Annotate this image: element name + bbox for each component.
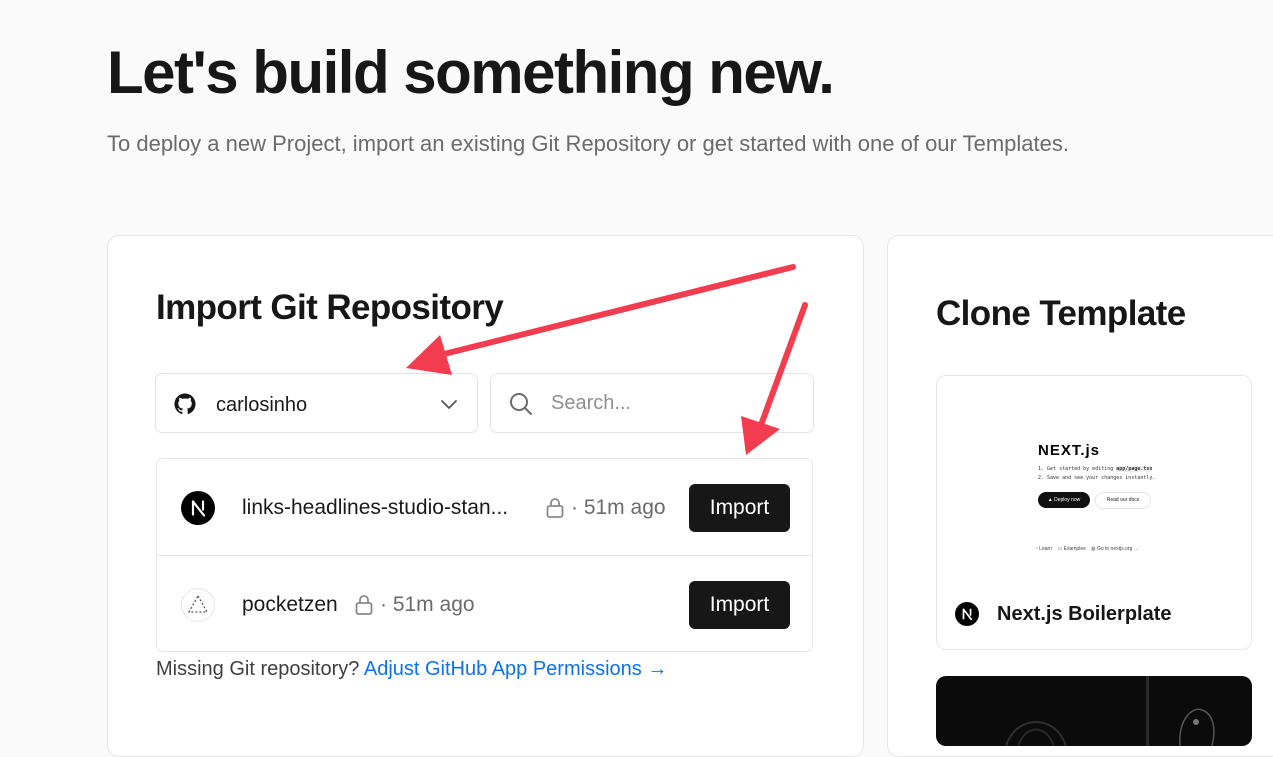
preview-footer-examples: ▭ Examples (1057, 546, 1086, 552)
git-account-dropdown[interactable]: carlosinho (155, 373, 478, 433)
preview-step-1: 1. Get started by editing app/page.tsx (1038, 466, 1153, 472)
preview-deploy-label: Deploy now (1054, 497, 1081, 503)
preview-deploy-button: ▲ Deploy now (1038, 492, 1090, 508)
triangle-icon (181, 588, 215, 622)
preview-artwork-icon (1179, 708, 1215, 746)
repository-updated-time: 51m ago (392, 593, 475, 616)
repository-row: pocketzen · 51m ago Import (157, 556, 812, 652)
import-button[interactable]: Import (689, 484, 790, 532)
github-icon (174, 393, 196, 415)
git-account-name: carlosinho (216, 394, 308, 416)
template-card-nextjs[interactable]: NEXT.js 1. Get started by editing app/pa… (936, 375, 1252, 650)
preview-footer: ▫ Learn ▭ Examples ◍ Go to nextjs.org → (1036, 546, 1139, 552)
chevron-down-icon (441, 400, 457, 409)
import-section-title: Import Git Repository (156, 288, 504, 327)
nextjs-icon (955, 602, 979, 626)
repository-meta: · 51m ago (380, 593, 475, 616)
preview-docs-button: Read our docs (1095, 492, 1151, 509)
repository-list: links-headlines-studio-stan... · 51m ago… (156, 458, 813, 652)
preview-step-1-prefix: 1. Get started by editing (1038, 466, 1114, 472)
template-card-second[interactable] (936, 676, 1252, 746)
nextjs-icon (181, 491, 215, 525)
preview-artwork-icon (1005, 721, 1067, 746)
repository-updated-time: 51m ago (583, 496, 666, 519)
page-subtitle: To deploy a new Project, import an exist… (107, 131, 1069, 156)
search-input[interactable] (551, 388, 791, 418)
lock-icon (355, 595, 373, 615)
nextjs-logo: NEXT.js (1038, 442, 1101, 459)
template-preview: NEXT.js 1. Get started by editing app/pa… (937, 376, 1251, 576)
page-title: Let's build something new. (107, 39, 835, 106)
preview-step-2: 2. Save and see your changes instantly. (1038, 475, 1156, 481)
missing-repository-text: Missing Git repository? (156, 658, 360, 680)
preview-step-1-code: app/page.tsx (1116, 466, 1153, 472)
adjust-permissions-link[interactable]: Adjust GitHub App Permissions → (364, 658, 667, 680)
repository-name: pocketzen (242, 593, 338, 616)
repository-meta: · 51m ago (571, 496, 666, 519)
clone-section-title: Clone Template (936, 294, 1186, 333)
lock-icon (546, 498, 564, 518)
template-name: Next.js Boilerplate (997, 603, 1172, 625)
preview-footer-site: ◍ Go to nextjs.org → (1091, 546, 1139, 552)
preview-footer-learn: ▫ Learn (1036, 546, 1052, 552)
repository-row: links-headlines-studio-stan... · 51m ago… (157, 459, 812, 556)
import-button[interactable]: Import (689, 581, 790, 629)
repository-name: links-headlines-studio-stan... (242, 496, 509, 519)
search-icon (510, 393, 532, 415)
repository-search (490, 373, 814, 433)
missing-repository-note: Missing Git repository? Adjust GitHub Ap… (156, 658, 667, 681)
preview-divider (1146, 676, 1149, 746)
